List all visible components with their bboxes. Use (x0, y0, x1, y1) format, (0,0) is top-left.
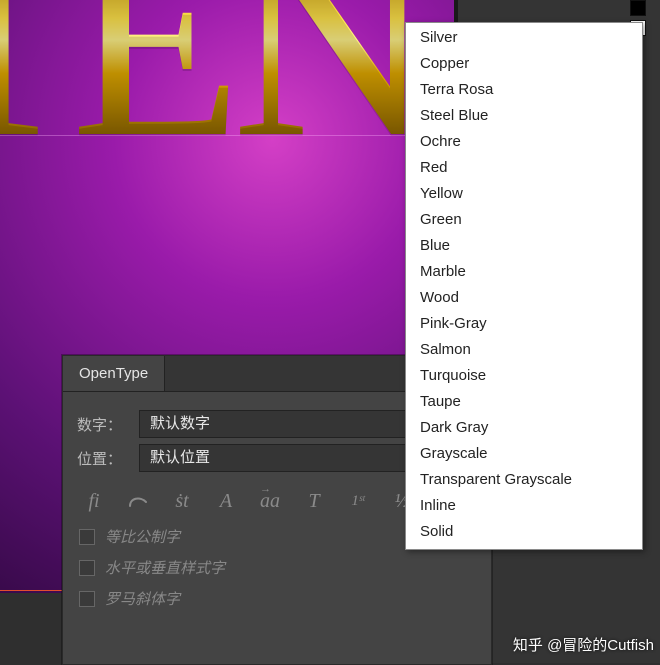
menu-item-grayscale[interactable]: Grayscale (406, 441, 642, 467)
proportional-metrics-checkbox[interactable] (79, 529, 95, 545)
menu-item-inline[interactable]: Inline (406, 493, 642, 519)
stylistic-alternates-icon[interactable]: T (297, 486, 331, 516)
titling-alternates-icon[interactable]: A (209, 486, 243, 516)
hv-stylistic-label: 水平或垂直样式字 (105, 557, 225, 578)
hv-stylistic-checkbox[interactable] (79, 560, 95, 576)
roman-italics-label: 罗马斜体字 (105, 588, 180, 609)
figure-select-value: 默认数字 (150, 410, 210, 438)
preset-dropdown-menu[interactable]: SilverCopperTerra RosaSteel BlueOchreRed… (405, 22, 643, 550)
menu-item-terra-rosa[interactable]: Terra Rosa (406, 77, 642, 103)
menu-item-taupe[interactable]: Taupe (406, 389, 642, 415)
swatch-black[interactable] (630, 0, 646, 16)
menu-item-marble[interactable]: Marble (406, 259, 642, 285)
menu-item-steel-blue[interactable]: Steel Blue (406, 103, 642, 129)
menu-item-wood[interactable]: Wood (406, 285, 642, 311)
ligatures-icon[interactable]: fi (77, 486, 111, 516)
menu-item-blue[interactable]: Blue (406, 233, 642, 259)
tab-opentype[interactable]: OpenType (63, 356, 165, 391)
artwork-gold-text: TEN (0, 0, 424, 180)
proportional-metrics-label: 等比公制字 (105, 526, 180, 547)
menu-item-transparent-grayscale[interactable]: Transparent Grayscale (406, 467, 642, 493)
figure-label: 数字： (77, 414, 139, 435)
baseline-guide (0, 135, 454, 136)
menu-item-yellow[interactable]: Yellow (406, 181, 642, 207)
menu-item-copper[interactable]: Copper (406, 51, 642, 77)
discretionary-ligatures-icon[interactable]: ṡt (165, 486, 199, 516)
menu-item-solid[interactable]: Solid (406, 519, 642, 545)
menu-item-red[interactable]: Red (406, 155, 642, 181)
menu-item-salmon[interactable]: Salmon (406, 337, 642, 363)
watermark-text: 知乎 @冒险的Cutfish (513, 634, 654, 655)
menu-item-silver[interactable]: Silver (406, 25, 642, 51)
menu-item-turquoise[interactable]: Turquoise (406, 363, 642, 389)
contextual-alternates-icon[interactable]: aa→ (253, 486, 287, 516)
menu-item-pink-gray[interactable]: Pink-Gray (406, 311, 642, 337)
ordinals-icon[interactable]: 1ˢᵗ (341, 486, 375, 516)
menu-item-ochre[interactable]: Ochre (406, 129, 642, 155)
position-select-value: 默认位置 (150, 444, 210, 472)
menu-item-dark-gray[interactable]: Dark Gray (406, 415, 642, 441)
position-label: 位置： (77, 448, 139, 469)
roman-italics-checkbox[interactable] (79, 591, 95, 607)
swash-icon[interactable] (121, 486, 155, 516)
menu-item-green[interactable]: Green (406, 207, 642, 233)
